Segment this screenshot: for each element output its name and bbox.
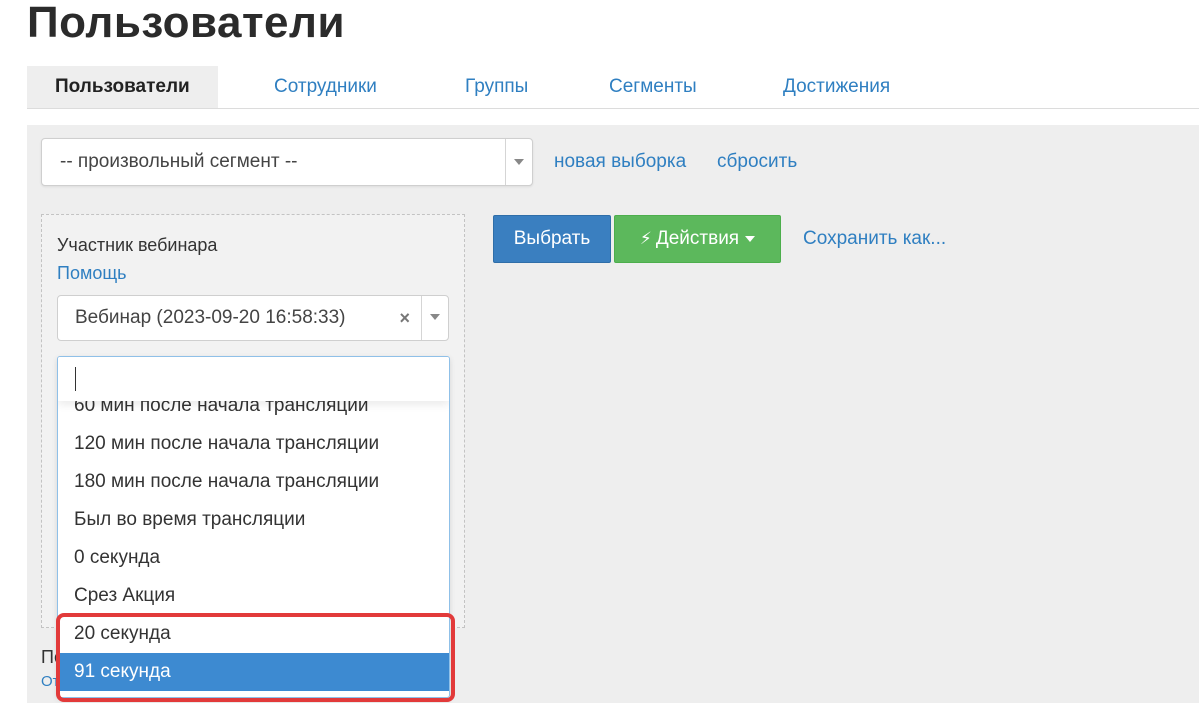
actions-button[interactable]: ⚡ Действия	[614, 215, 781, 263]
segment-select[interactable]: -- произвольный сегмент --	[41, 138, 533, 186]
select-button[interactable]: Выбрать	[493, 215, 611, 263]
dropdown-option[interactable]: 0 секунда	[58, 539, 449, 577]
dropdown-option[interactable]: 120 мин после начала трансляции	[58, 425, 449, 463]
reset-link[interactable]: сбросить	[717, 151, 797, 173]
text-cursor	[75, 367, 76, 391]
chevron-down-icon	[514, 159, 524, 165]
tab-achievements[interactable]: Достижения	[783, 66, 890, 108]
new-selection-link[interactable]: новая выборка	[554, 151, 686, 173]
chevron-down-icon	[430, 314, 440, 320]
save-as-link[interactable]: Сохранить как...	[803, 228, 946, 250]
webinar-select[interactable]: Вебинар (2023-09-20 16:58:33) ×	[57, 295, 449, 341]
caret-down-icon	[745, 235, 756, 242]
clear-icon[interactable]: ×	[399, 296, 410, 340]
segment-select-value: -- произвольный сегмент --	[60, 151, 298, 172]
actions-button-label: Действия	[655, 228, 740, 249]
tab-users[interactable]: Пользователи	[27, 66, 218, 108]
page-title: Пользователи	[27, 0, 346, 47]
tab-groups[interactable]: Группы	[465, 66, 528, 108]
help-link[interactable]: Помощь	[57, 263, 127, 284]
dropdown-option[interactable]: Был во время трансляции	[58, 501, 449, 539]
webinar-select-toggle[interactable]	[421, 296, 448, 340]
dropdown-option[interactable]: Срез Акция	[58, 577, 449, 615]
tab-segments[interactable]: Сегменты	[609, 66, 697, 108]
dropdown-option[interactable]: 180 мин после начала трансляции	[58, 463, 449, 501]
dropdown-search-input[interactable]	[58, 357, 449, 401]
lightning-icon: ⚡	[639, 229, 652, 248]
segment-select-toggle[interactable]	[505, 139, 532, 185]
tab-employees[interactable]: Сотрудники	[274, 66, 377, 108]
condition-title: Участник вебинара	[57, 235, 218, 255]
tab-bar: Пользователи Сотрудники Группы Сегменты …	[27, 66, 1199, 109]
webinar-select-value: Вебинар (2023-09-20 16:58:33)	[75, 307, 346, 328]
highlight-annotation	[56, 613, 455, 702]
